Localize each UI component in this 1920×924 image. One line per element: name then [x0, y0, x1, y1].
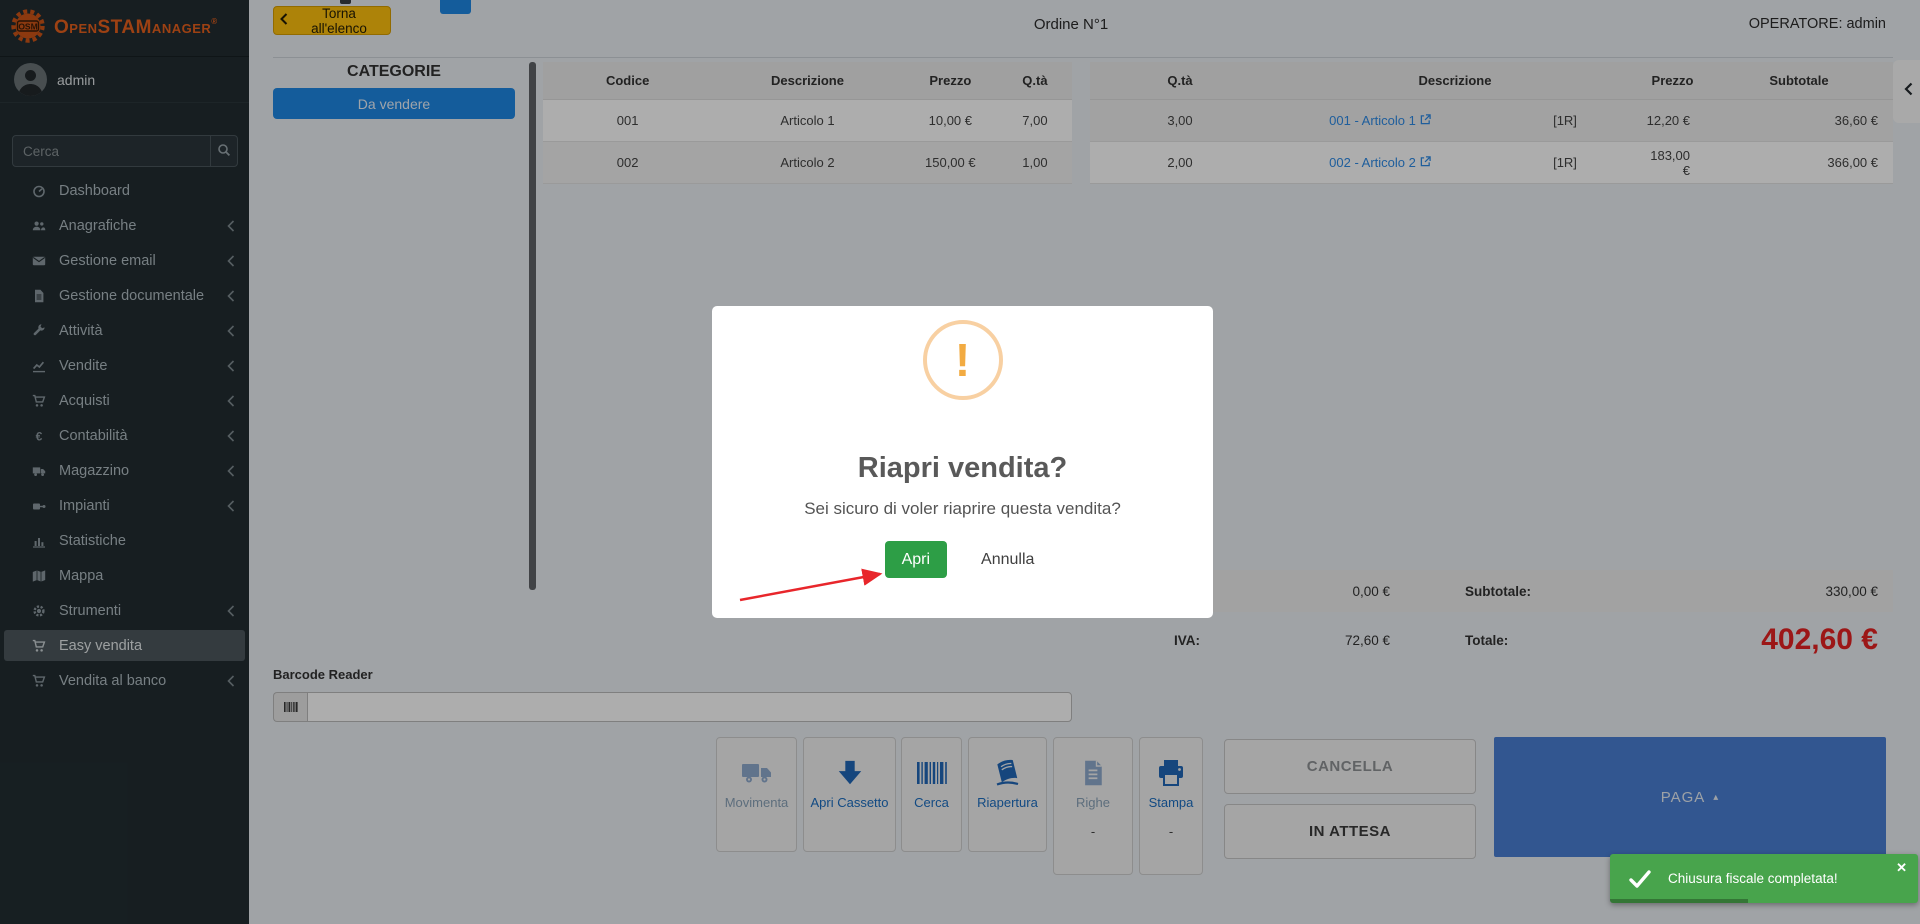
annulla-button[interactable]: Annulla: [975, 550, 1040, 570]
apri-confirm-button[interactable]: Apri: [885, 541, 947, 578]
dialog-message: Sei sicuro di voler riaprire questa vend…: [804, 499, 1121, 519]
warning-icon: !: [923, 320, 1003, 400]
dialog-buttons: Apri Annulla: [885, 541, 1041, 578]
check-icon: [1628, 868, 1652, 890]
close-icon[interactable]: ✕: [1896, 861, 1907, 874]
riapri-vendita-dialog: ! Riapri vendita? Sei sicuro di voler ri…: [712, 306, 1213, 618]
dialog-title: Riapri vendita?: [858, 452, 1068, 485]
exclamation-glyph: !: [955, 337, 970, 383]
toast-progress-bar: [1610, 899, 1748, 903]
success-toast[interactable]: Chiusura fiscale completata! ✕: [1610, 854, 1918, 903]
toast-message: Chiusura fiscale completata!: [1668, 871, 1838, 886]
easy-vendita-screen: OSM OpenSTAManager® admin Dashboard: [0, 0, 1920, 924]
